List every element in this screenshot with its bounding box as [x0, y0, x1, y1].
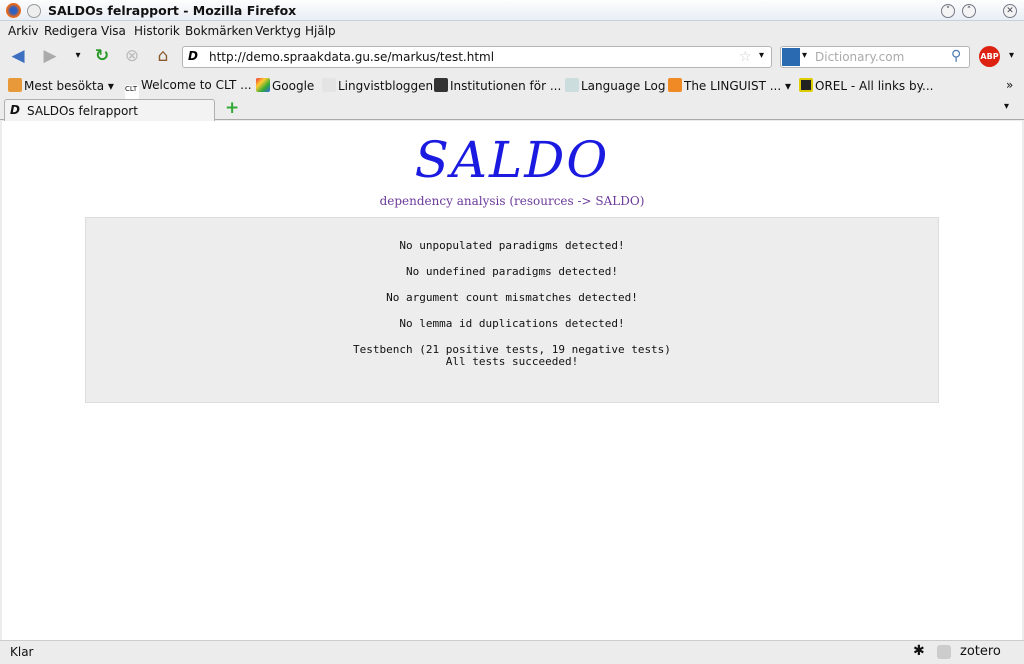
- page-icon: [565, 78, 579, 92]
- google-icon: [256, 78, 270, 92]
- search-engine-icon[interactable]: [782, 48, 800, 66]
- search-engine-dropdown-icon[interactable]: ▾: [802, 50, 807, 61]
- zotero-button[interactable]: zotero: [960, 644, 1001, 659]
- bookmarks-toolbar: Mest besökta ▾ CLT Welcome to CLT ... Goo…: [0, 73, 1024, 99]
- h-icon: [434, 78, 448, 92]
- bug-icon[interactable]: ✱: [913, 643, 925, 659]
- new-tab-icon[interactable]: +: [225, 98, 239, 118]
- bookmark-mest-besokta[interactable]: Mest besökta ▾: [8, 78, 114, 93]
- firefox-icon: [6, 3, 21, 18]
- minimize-button[interactable]: ˅: [941, 4, 955, 18]
- bookmark-lingvistbloggen[interactable]: Lingvistbloggen: [322, 78, 433, 93]
- report-line: No undefined paradigms detected!: [406, 265, 618, 278]
- bookmark-orel[interactable]: OREL - All links by...: [799, 78, 933, 93]
- site-favicon: D: [188, 49, 198, 63]
- history-dropdown-icon[interactable]: ▾: [68, 46, 88, 66]
- addon-icon[interactable]: [937, 645, 951, 659]
- url-text[interactable]: http://demo.spraakdata.gu.se/markus/test…: [209, 50, 494, 64]
- title-bar: SALDOs felrapport - Mozilla Firefox ˅ ˄ …: [0, 0, 1024, 21]
- search-bar[interactable]: ▾ Dictionary.com ⚲: [780, 46, 970, 68]
- status-bar: Klar ✱ zotero: [0, 640, 1024, 664]
- report-line: All tests succeeded!: [445, 355, 579, 368]
- bookmark-google[interactable]: Google: [256, 78, 314, 93]
- tab-saldos-felrapport[interactable]: D SALDOs felrapport: [4, 99, 215, 121]
- bookmark-star-icon[interactable]: ☆: [739, 49, 752, 65]
- window-title: SALDOs felrapport - Mozilla Firefox: [48, 3, 297, 18]
- bookmarks-overflow-icon[interactable]: »: [1006, 78, 1013, 92]
- menu-arkiv[interactable]: Arkiv: [8, 24, 39, 38]
- bookmark-language-log[interactable]: Language Log: [565, 78, 665, 93]
- window-menu-icon[interactable]: [27, 4, 41, 18]
- stop-icon[interactable]: ⊗: [122, 46, 142, 66]
- tab-list-icon[interactable]: ▾: [1004, 101, 1009, 112]
- saldo-logo: SALDO: [414, 131, 610, 189]
- clt-icon: CLT: [125, 85, 139, 99]
- menu-bar: Arkiv Redigera Visa Historik Bokmärken V…: [0, 21, 1024, 41]
- reload-icon[interactable]: ↻: [92, 46, 112, 66]
- folder-icon: [8, 78, 22, 92]
- search-input[interactable]: Dictionary.com: [815, 50, 904, 64]
- orel-icon: [799, 78, 813, 92]
- tab-label: SALDOs felrapport: [27, 104, 138, 118]
- close-button[interactable]: ✕: [1003, 4, 1017, 18]
- forward-icon[interactable]: ▶: [40, 46, 60, 66]
- menu-redigera[interactable]: Redigera: [44, 24, 97, 38]
- bookmark-clt[interactable]: CLT Welcome to CLT ...: [125, 78, 252, 99]
- report-line: No argument count mismatches detected!: [386, 291, 638, 304]
- rss-icon: [668, 78, 682, 92]
- sb-icon: [322, 78, 336, 92]
- status-text: Klar: [10, 645, 34, 659]
- maximize-button[interactable]: ˄: [962, 4, 976, 18]
- url-dropdown-icon[interactable]: ▾: [759, 50, 764, 61]
- menu-hjalp[interactable]: Hjälp: [305, 24, 336, 38]
- menu-historik[interactable]: Historik: [134, 24, 180, 38]
- toolbar-overflow-icon[interactable]: ▾: [1009, 50, 1014, 61]
- url-bar[interactable]: D http://demo.spraakdata.gu.se/markus/te…: [182, 46, 772, 68]
- back-icon[interactable]: ◀: [8, 46, 28, 66]
- tab-bar: D SALDOs felrapport + ▾: [0, 98, 1024, 121]
- report-line: No lemma id duplications detected!: [399, 317, 625, 330]
- page-content: SALDO dependency analysis (resources -> …: [2, 121, 1022, 640]
- adblock-icon[interactable]: ABP: [979, 46, 1000, 67]
- tab-favicon: D: [10, 103, 20, 117]
- menu-verktyg[interactable]: Verktyg: [255, 24, 301, 38]
- search-icon[interactable]: ⚲: [951, 48, 961, 64]
- report-line: No unpopulated paradigms detected!: [399, 239, 625, 252]
- page-subtitle: dependency analysis (resources -> SALDO): [379, 194, 645, 208]
- report-box: No unpopulated paradigms detected! No un…: [85, 217, 939, 403]
- bookmark-linguist[interactable]: The LINGUIST ... ▾: [668, 78, 791, 93]
- menu-visa[interactable]: Visa: [101, 24, 126, 38]
- home-icon[interactable]: ⌂: [153, 46, 173, 66]
- menu-bokmarken[interactable]: Bokmärken: [185, 24, 253, 38]
- bookmark-institutionen[interactable]: Institutionen för ...: [434, 78, 561, 93]
